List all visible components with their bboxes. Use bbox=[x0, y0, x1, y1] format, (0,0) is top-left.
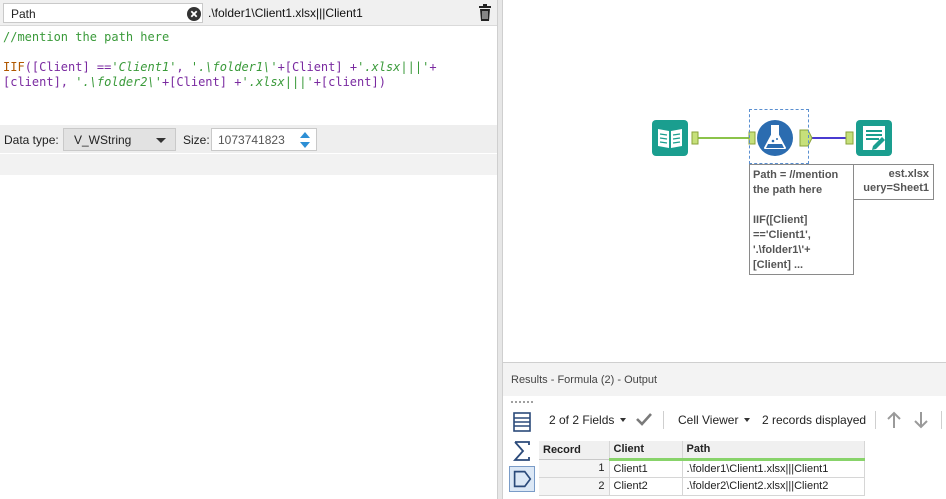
size-stepper[interactable]: 1073741823 bbox=[211, 128, 317, 151]
column-header-client[interactable]: Client bbox=[609, 441, 683, 461]
expr-part: +[Client] + bbox=[277, 60, 358, 74]
annotation-line: uery=Sheet1 bbox=[863, 182, 929, 194]
anchor-output-icon bbox=[691, 131, 699, 145]
results-table: Record Client Path 1 Client1 .\folder1\C… bbox=[539, 441, 865, 496]
expr-part: , bbox=[176, 60, 191, 74]
expr-part: [client], bbox=[3, 75, 76, 89]
size-label: Size: bbox=[183, 133, 210, 147]
size-value: 1073741823 bbox=[218, 133, 285, 147]
results-toolbar: 2 of 2 Fields Cell Viewer 2 records disp… bbox=[539, 403, 946, 437]
stepper-up-icon[interactable] bbox=[295, 130, 315, 140]
results-grid: Record Client Path 1 Client1 .\folder1\C… bbox=[539, 441, 946, 499]
expr-function: IIF bbox=[3, 60, 25, 74]
annotation-line: [Client] ... bbox=[753, 259, 804, 271]
expr-part: +[client]) bbox=[313, 75, 386, 89]
data-type-dropdown[interactable]: V_WString bbox=[63, 128, 176, 151]
sigma-summary-icon[interactable] bbox=[509, 438, 535, 464]
expression-line-2: [client], '.\folder2\'+[Client] +'.xlsx|… bbox=[3, 75, 494, 90]
cell-path[interactable]: .\folder1\Client1.xlsx|||Client1 bbox=[682, 459, 865, 478]
cell-client[interactable]: Client2 bbox=[609, 477, 683, 496]
arrow-down-icon[interactable] bbox=[913, 411, 929, 429]
formula-config-panel: Path .\folder1\Client1.xlsx|||Client1 //… bbox=[0, 0, 497, 499]
flask-formula-icon[interactable] bbox=[756, 117, 794, 159]
chevron-down-icon[interactable] bbox=[620, 418, 626, 422]
expr-part: ([Client] == bbox=[24, 60, 112, 74]
toolbar-divider bbox=[941, 411, 942, 429]
expr-string: 'Client1' bbox=[111, 60, 177, 74]
trash-icon[interactable] bbox=[478, 4, 492, 21]
expr-part: +[Client] + bbox=[161, 75, 242, 89]
data-type-label: Data type: bbox=[4, 133, 59, 147]
expression-editor[interactable]: //mention the path here IIF([Client] =='… bbox=[0, 27, 497, 125]
cell-record[interactable]: 2 bbox=[539, 477, 610, 496]
expression-line-1: IIF([Client] =='Client1', '.\folder1\'+[… bbox=[3, 60, 494, 75]
results-header: Results - Formula (2) - Output bbox=[503, 363, 946, 396]
table-view-icon[interactable] bbox=[509, 409, 535, 435]
expr-string: '.\folder1\' bbox=[190, 60, 278, 74]
expr-part: + bbox=[429, 60, 437, 74]
cell-client[interactable]: Client1 bbox=[609, 459, 683, 478]
expr-string: '.xlsx|||' bbox=[241, 75, 314, 89]
results-view-switcher bbox=[505, 406, 535, 499]
table-row[interactable]: 2 Client2 .\folder2\Client2.xlsx|||Clien… bbox=[539, 477, 865, 496]
stepper-down-icon[interactable] bbox=[295, 140, 315, 150]
column-header-path[interactable]: Path bbox=[682, 441, 865, 461]
output-tool-annotation: est.xlsx uery=Sheet1 bbox=[841, 164, 934, 200]
annotation-line: =='Client1', bbox=[753, 229, 811, 241]
workflow-canvas[interactable]: est.xlsx uery=Sheet1 Path = //mention th… bbox=[503, 0, 946, 362]
annotation-line: est.xlsx bbox=[888, 168, 929, 180]
results-panel: Results - Formula (2) - Output 2 of 2 Fi… bbox=[503, 362, 946, 499]
cell-record[interactable]: 1 bbox=[539, 459, 610, 478]
arrow-up-icon[interactable] bbox=[886, 411, 902, 429]
field-row: Path .\folder1\Client1.xlsx|||Client1 bbox=[0, 0, 497, 26]
table-row[interactable]: 1 Client1 .\folder1\Client1.xlsx|||Clien… bbox=[539, 459, 865, 478]
tag-metadata-icon[interactable] bbox=[509, 466, 535, 492]
toolbar-divider bbox=[663, 411, 664, 429]
clear-circle-x-icon[interactable] bbox=[187, 7, 201, 21]
cell-path[interactable]: .\folder2\Client2.xlsx|||Client2 bbox=[682, 477, 865, 496]
panel-grip-icon[interactable] bbox=[511, 401, 533, 404]
toolbar-divider bbox=[875, 411, 876, 429]
formula-preview-value: .\folder1\Client1.xlsx|||Client1 bbox=[208, 6, 363, 20]
checkmark-icon[interactable] bbox=[635, 411, 653, 427]
formula-tool-annotation: Path = //mention the path here IIF([Clie… bbox=[749, 164, 854, 275]
empty-row-strip bbox=[0, 154, 497, 175]
cell-viewer-dropdown[interactable]: Cell Viewer bbox=[678, 413, 738, 427]
records-displayed-status: 2 records displayed bbox=[762, 413, 867, 427]
expr-string: '.xlsx|||' bbox=[357, 60, 430, 74]
output-field-name-input[interactable]: Path bbox=[3, 3, 203, 23]
chevron-down-icon bbox=[156, 138, 166, 143]
results-title: Results - Formula (2) - Output bbox=[511, 374, 658, 386]
book-input-icon[interactable] bbox=[651, 119, 689, 157]
annotation-line: the path here bbox=[753, 184, 823, 196]
fields-selector[interactable]: 2 of 2 Fields bbox=[549, 413, 614, 427]
annotation-line: IIF([Client] bbox=[753, 214, 808, 226]
document-output-icon[interactable] bbox=[855, 119, 893, 157]
annotation-line: Path = //mention bbox=[753, 169, 839, 181]
app-window: Path .\folder1\Client1.xlsx|||Client1 //… bbox=[0, 0, 946, 499]
data-type-value: V_WString bbox=[74, 133, 132, 147]
column-header-record[interactable]: Record bbox=[539, 441, 610, 460]
table-header-row: Record Client Path bbox=[539, 441, 865, 461]
expression-blank-line bbox=[3, 45, 494, 60]
annotation-line bbox=[753, 198, 850, 213]
expr-string: '.\folder2\' bbox=[75, 75, 162, 89]
expression-comment: //mention the path here bbox=[3, 30, 170, 44]
annotation-line: '.\folder1\'+ bbox=[753, 244, 811, 256]
data-type-row: Data type: V_WString Size: 1073741823 bbox=[0, 125, 497, 153]
anchor-input-icon bbox=[845, 131, 854, 145]
chevron-down-icon[interactable] bbox=[744, 418, 750, 422]
output-field-name-value: Path bbox=[11, 7, 36, 21]
